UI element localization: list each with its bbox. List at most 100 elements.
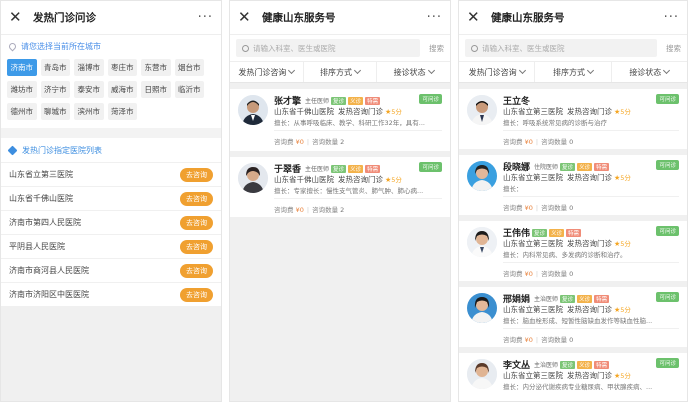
section-gap xyxy=(1,128,221,138)
hospital-name: 济南市济阳区中医医院 xyxy=(9,290,89,299)
city-item[interactable]: 烟台市 xyxy=(174,59,204,76)
filter-type[interactable]: 发热门诊咨询 xyxy=(230,62,304,82)
count-label: 咨询数量 xyxy=(312,138,339,146)
page-title: 健康山东服务号 xyxy=(262,12,336,24)
hospital-name: 平阴县人民医院 xyxy=(9,242,65,251)
doctor-avatar xyxy=(467,227,497,257)
search-input[interactable]: 请输入科室、医生或医院 xyxy=(465,39,657,57)
more-icon[interactable]: ··· xyxy=(664,10,679,25)
filter-sort[interactable]: 排序方式 xyxy=(304,62,378,82)
search-placeholder: 请输入科室、医生或医院 xyxy=(482,43,565,53)
search-button[interactable]: 搜索 xyxy=(420,43,444,54)
hospital-name: 山东省立第三医院 xyxy=(503,305,563,314)
city-item[interactable]: 威海市 xyxy=(107,81,137,98)
tag-followup: 复诊 xyxy=(560,162,576,171)
city-item[interactable]: 滨州市 xyxy=(74,103,104,120)
count-value: 0 xyxy=(569,336,574,344)
city-item-jinan[interactable]: 济南市 xyxy=(7,59,37,76)
divider xyxy=(503,262,679,263)
count-label: 咨询数量 xyxy=(541,336,568,344)
close-icon[interactable]: ✕ xyxy=(467,10,485,25)
hospital-list: 发热门诊指定医院列表 山东省立第三医院 去咨询 山东省千佛山医院 去咨询 济南市… xyxy=(1,138,221,306)
city-item[interactable]: 菏泽市 xyxy=(107,103,137,120)
more-icon[interactable]: ··· xyxy=(198,10,213,25)
doctor-card[interactable]: 李文丛 主治医师 复诊 义诊 特需 可问诊 山东省立第三医院 发热咨询门诊 ★5分 … xyxy=(459,353,687,401)
fee-label: 咨询费 xyxy=(274,206,294,214)
diamond-icon xyxy=(7,145,18,155)
fee-value: ¥0 xyxy=(295,206,304,214)
department: 发热咨询门诊 xyxy=(567,239,612,248)
doctor-card[interactable]: 段晓娜 住院医师 复诊 义诊 特需 可问诊 山东省立第三医院 发热咨询门诊 ★5分 … xyxy=(459,155,687,221)
rating-score: 5分 xyxy=(391,176,402,184)
doctor-title: 住院医师 xyxy=(534,164,559,171)
consult-button[interactable]: 去咨询 xyxy=(180,287,213,302)
chevron-down-icon xyxy=(518,66,526,75)
filter-label: 发热门诊咨询 xyxy=(238,67,287,77)
city-item[interactable]: 枣庄市 xyxy=(107,59,137,76)
city-item[interactable]: 泰安市 xyxy=(74,81,104,98)
rating-score: 5分 xyxy=(620,174,631,182)
title-bar: ✕ 健康山东服务号 ··· xyxy=(459,1,687,35)
city-item[interactable]: 临沂市 xyxy=(174,81,204,98)
more-icon[interactable]: ··· xyxy=(427,10,442,25)
city-item[interactable]: 青岛市 xyxy=(40,59,70,76)
filter-status[interactable]: 接诊状态 xyxy=(377,62,450,82)
screens-container: ✕ 发热门诊问诊 ··· 请您选择当前所在城市 济南市 青岛市 淄博市 枣庄市 … xyxy=(0,0,688,402)
city-item[interactable]: 潍坊市 xyxy=(7,81,37,98)
filter-type[interactable]: 发热门诊咨询 xyxy=(459,62,536,82)
doctor-card[interactable]: 邢娟娟 主治医师 复诊 义诊 特需 可问诊 山东省立第三医院 发热咨询门诊 ★5分 … xyxy=(459,287,687,353)
doctor-card[interactable]: 王立冬 可问诊 山东省立第三医院 发热咨询门诊 ★5分 擅长：呼吸系统常见病的诊断与… xyxy=(459,89,687,155)
rating-score: 5分 xyxy=(620,306,631,314)
close-icon[interactable]: ✕ xyxy=(9,10,27,25)
search-input[interactable]: 请输入科室、医生或医院 xyxy=(236,39,420,57)
location-pin-icon xyxy=(7,41,18,51)
consult-button[interactable]: 去咨询 xyxy=(180,167,213,182)
city-item[interactable]: 日照市 xyxy=(141,81,171,98)
doctor-specialty: 擅长：内科常见病、多发病的诊断和治疗。 xyxy=(503,251,627,259)
city-panel: 请您选择当前所在城市 济南市 青岛市 淄博市 枣庄市 东营市 烟台市 潍坊市 济… xyxy=(1,35,221,128)
city-item[interactable]: 东营市 xyxy=(141,59,171,76)
fee-label: 咨询费 xyxy=(274,138,294,146)
department: 发热咨询门诊 xyxy=(338,107,383,116)
consult-button[interactable]: 去咨询 xyxy=(180,215,213,230)
consult-button[interactable]: 去咨询 xyxy=(180,239,213,254)
doctor-card[interactable]: 王伟伟 复诊 义诊 特需 可问诊 山东省立第三医院 发热咨询门诊 ★5分 擅长：内科… xyxy=(459,221,687,287)
search-icon xyxy=(471,44,478,52)
tag-special: 特需 xyxy=(594,360,610,369)
city-item[interactable]: 德州市 xyxy=(7,103,37,120)
screen-doctor-list-b: ✕ 健康山东服务号 ··· 请输入科室、医生或医院 搜索 发热门诊咨询 排序方式… xyxy=(458,0,688,402)
consult-button[interactable]: 去咨询 xyxy=(180,191,213,206)
city-item[interactable]: 聊城市 xyxy=(40,103,70,120)
search-bar: 请输入科室、医生或医院 搜索 xyxy=(459,35,687,61)
close-icon[interactable]: ✕ xyxy=(238,10,256,25)
filter-bar: 发热门诊咨询 排序方式 接诊状态 xyxy=(230,61,450,83)
hospital-row: 山东省千佛山医院 去咨询 xyxy=(1,186,221,210)
fee-label: 咨询费 xyxy=(503,204,523,212)
filter-sort[interactable]: 排序方式 xyxy=(535,62,612,82)
fee-label: 咨询费 xyxy=(503,138,523,146)
search-button[interactable]: 搜索 xyxy=(657,43,681,54)
tag-special: 特需 xyxy=(566,228,582,237)
filter-status[interactable]: 接诊状态 xyxy=(612,62,687,82)
city-item[interactable]: 淄博市 xyxy=(74,59,104,76)
chevron-down-icon xyxy=(288,66,296,75)
hospital-name: 山东省立第三医院 xyxy=(503,173,563,182)
department: 发热咨询门诊 xyxy=(567,107,612,116)
hospital-name: 山东省立第三医院 xyxy=(503,239,563,248)
consult-button[interactable]: 去咨询 xyxy=(180,263,213,278)
doctor-specialty: 擅长：从事呼吸临床、教学、科研工作32年，具有... xyxy=(274,119,425,127)
doctor-card[interactable]: 张才擎 主任医师 复诊 义诊 特需 可问诊 山东省千佛山医院 发热咨询门诊 ★5分 … xyxy=(230,89,450,157)
department: 发热咨询门诊 xyxy=(567,305,612,314)
hospital-line: 山东省立第三医院 发热咨询门诊 ★5分 xyxy=(503,172,631,183)
tag-free: 义诊 xyxy=(549,228,565,237)
tag-free: 义诊 xyxy=(577,294,593,303)
doctor-card[interactable]: 于翠香 主任医师 复诊 义诊 特需 可问诊 山东省千佛山医院 发热咨询门诊 ★5分 … xyxy=(230,157,450,223)
fee-value: ¥0 xyxy=(524,138,533,146)
location-prompt: 请您选择当前所在城市 xyxy=(1,35,221,57)
filter-label: 接诊状态 xyxy=(629,67,662,77)
filter-label: 排序方式 xyxy=(552,67,585,77)
doctor-avatar xyxy=(238,95,268,125)
city-item[interactable]: 济宁市 xyxy=(40,81,70,98)
city-grid: 济南市 青岛市 淄博市 枣庄市 东营市 烟台市 潍坊市 济宁市 泰安市 威海市 … xyxy=(1,57,221,128)
count-value: 0 xyxy=(569,204,574,212)
